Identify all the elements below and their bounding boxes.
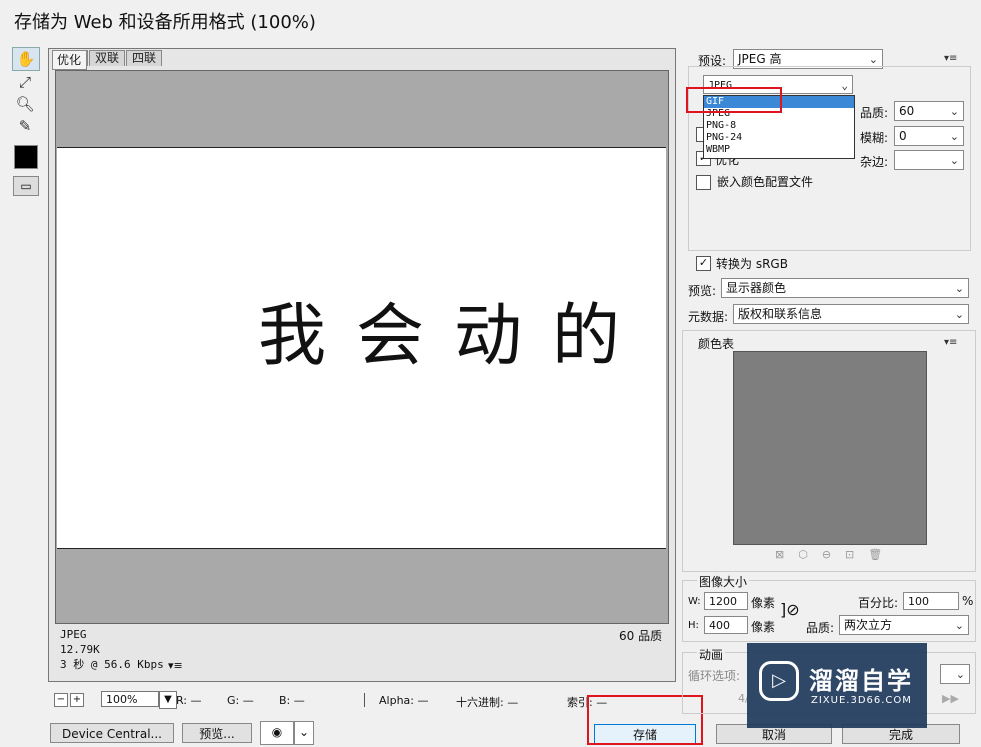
image-file-size: 12.79K	[60, 643, 100, 656]
link-icon[interactable]: ]⊘	[780, 600, 800, 619]
hex-readout: 十六进制: —	[456, 696, 519, 709]
preview-value: 显示器颜色	[726, 281, 787, 295]
optimize-menu-icon[interactable]: ▾≡	[944, 53, 957, 64]
format-option-png8[interactable]: PNG-8	[704, 120, 854, 132]
chevron-down-icon: ⌄	[841, 79, 848, 92]
width-unit: 像素	[751, 596, 776, 610]
status-divider	[364, 693, 365, 707]
blur-label: 模糊:	[860, 131, 889, 145]
blur-value: 0	[899, 129, 907, 143]
window-title: 存储为 Web 和设备所用格式 (100%)	[14, 12, 316, 33]
chevron-down-icon: ⌄	[949, 105, 959, 118]
resample-quality-value: 两次立方	[844, 618, 893, 632]
alpha-readout: Alpha: —	[379, 694, 429, 707]
blue-readout: B: —	[279, 694, 305, 707]
resample-quality-select[interactable]: 两次立方 ⌄	[839, 615, 969, 635]
preview-label: 预览:	[688, 284, 717, 298]
device-central-button[interactable]: Device Central...	[50, 723, 174, 743]
image-info: JPEG 12.79K 3 秒 @ 56.6 Kbps	[60, 627, 164, 672]
preview-menu-icon[interactable]: ▾≡	[168, 659, 183, 672]
embed-profile-label: 嵌入颜色配置文件	[717, 175, 814, 189]
preset-value: JPEG 高	[738, 52, 782, 66]
matte-select[interactable]: ⌄	[894, 150, 964, 170]
blur-select[interactable]: 0 ⌄	[894, 126, 964, 146]
metadata-select[interactable]: 版权和联系信息 ⌄	[733, 304, 969, 324]
loop-options-select[interactable]: ⌄	[940, 664, 970, 684]
resample-quality-label: 品质:	[806, 621, 835, 635]
preview-button[interactable]: 预览...	[182, 723, 252, 743]
height-label: H:	[688, 620, 699, 631]
tab-2up[interactable]: 双联	[89, 50, 126, 66]
tab-optimized[interactable]: 优化	[52, 50, 88, 70]
zoom-out-button[interactable]: −	[54, 693, 68, 707]
width-input[interactable]: 1200	[704, 592, 748, 610]
green-readout: G: —	[227, 694, 254, 707]
play-icon: ▷	[759, 661, 799, 701]
chevron-down-icon: ⌄	[954, 308, 964, 321]
image-download-time: 3 秒 @ 56.6 Kbps	[60, 658, 164, 671]
slice-select-icon[interactable]: ⤢	[12, 71, 38, 93]
percent-unit: %	[962, 594, 974, 608]
quality-label: 品质:	[860, 106, 889, 120]
loop-options-label: 循环选项:	[688, 669, 741, 683]
tab-4up[interactable]: 四联	[126, 50, 163, 66]
hand-icon[interactable]: ✋	[12, 47, 40, 71]
watermark-title: 溜溜自学	[809, 667, 913, 695]
chevron-down-icon: ⌄	[954, 282, 964, 295]
metadata-label: 元数据:	[688, 310, 729, 324]
format-option-wbmp[interactable]: WBMP	[704, 144, 854, 156]
color-table-grid	[733, 351, 927, 545]
width-label: W:	[688, 596, 701, 607]
view-tabs: 原稿 优化 双联 四联	[52, 50, 163, 70]
percent-input[interactable]: 100	[903, 592, 959, 610]
red-readout: R: —	[176, 694, 202, 707]
eyedropper-color-swatch[interactable]	[14, 145, 38, 169]
status-bar: − + 100% ▼ R: — G: — B: — Alpha: — 十六进制:…	[48, 689, 674, 715]
animation-label: 动画	[697, 646, 726, 663]
highlight-gif-box	[686, 87, 782, 113]
zoom-in-button[interactable]: +	[70, 693, 84, 707]
chevron-down-icon: ⌄	[954, 619, 964, 632]
height-unit: 像素	[751, 620, 776, 634]
image-quality-info: 60 品质	[619, 629, 663, 643]
watermark-logo: ▷ 溜溜自学 ZIXUE.3D66.COM	[747, 643, 927, 728]
format-option-png24[interactable]: PNG-24	[704, 132, 854, 144]
convert-srgb-label: 转换为 sRGB	[716, 257, 788, 271]
chevron-down-icon[interactable]: ▼	[159, 691, 177, 709]
chevron-down-icon[interactable]: ⌄	[294, 721, 314, 745]
embed-profile-checkbox[interactable]	[696, 175, 711, 190]
preview-select[interactable]: 显示器颜色 ⌄	[721, 278, 969, 298]
percent-label: 百分比:	[858, 596, 899, 610]
canvas-text: 我会动的	[258, 297, 651, 376]
last-frame-icon[interactable]: ▶▶	[942, 692, 959, 705]
convert-srgb-checkbox[interactable]: ✓	[696, 256, 711, 271]
eyedropper-icon[interactable]: ✎	[12, 115, 38, 137]
color-table-tool-icons: ⊠⬡⊖⊡🗑︎	[775, 548, 897, 561]
quality-value: 60	[899, 104, 915, 118]
quality-select[interactable]: 60 ⌄	[894, 101, 964, 121]
toggle-slices-icon[interactable]: ▭	[13, 176, 39, 196]
image-format: JPEG	[60, 628, 87, 641]
image-size-label: 图像大小	[697, 573, 750, 590]
matte-label: 杂边:	[860, 155, 889, 169]
height-input[interactable]: 400	[704, 616, 748, 634]
chevron-down-icon: ⌄	[955, 668, 965, 681]
watermark-url: ZIXUE.3D66.COM	[811, 695, 912, 706]
zoom-icon[interactable]: 🔍︎	[12, 93, 38, 115]
browser-icon[interactable]: ◉	[260, 721, 294, 745]
metadata-value: 版权和联系信息	[738, 307, 823, 321]
chevron-down-icon: ⌄	[949, 130, 959, 143]
chevron-down-icon: ⌄	[949, 154, 959, 167]
zoom-level-field[interactable]: 100%	[101, 691, 159, 707]
